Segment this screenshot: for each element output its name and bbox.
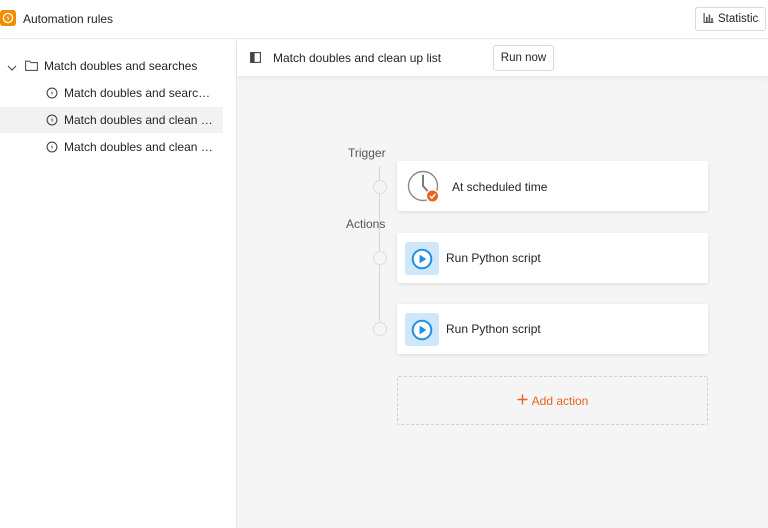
- sidebar-folder-label: Match doubles and searches: [44, 59, 198, 73]
- trigger-card[interactable]: At scheduled time: [397, 161, 708, 211]
- action-node: [373, 322, 387, 336]
- automation-rule-icon: [46, 141, 58, 156]
- plus-icon: [517, 394, 528, 408]
- trigger-label: At scheduled time: [452, 180, 548, 194]
- folder-icon: [25, 60, 38, 74]
- sidebar-item-rule-3[interactable]: Match doubles and clean up list: [0, 134, 223, 160]
- sidebar-item-rule-1[interactable]: Match doubles and searches: [0, 80, 223, 106]
- action-label: Run Python script: [446, 251, 541, 265]
- sidebar-item-label: Match doubles and searches: [64, 86, 214, 100]
- play-icon: [405, 313, 439, 346]
- action-label: Run Python script: [446, 322, 541, 336]
- sidebar-item-label: Match doubles and clean up list: [64, 113, 214, 127]
- action-card[interactable]: Run Python script: [397, 304, 708, 354]
- statistic-button[interactable]: Statistic: [695, 7, 766, 31]
- automation-app-icon: [0, 10, 16, 26]
- add-action-button[interactable]: Add action: [397, 376, 708, 425]
- rule-editor: Match doubles and clean up list Run now …: [237, 40, 768, 528]
- trigger-node: [373, 180, 387, 194]
- add-action-label: Add action: [531, 393, 589, 408]
- rule-title: Match doubles and clean up list: [273, 51, 442, 65]
- sidebar: Match doubles and searches Match doubles…: [0, 40, 237, 528]
- sidebar-toggle-icon[interactable]: [250, 52, 261, 66]
- sidebar-item-rule-2[interactable]: Match doubles and clean up list: [0, 107, 223, 133]
- automation-rule-icon: [46, 114, 58, 129]
- automation-rule-icon: [46, 87, 58, 102]
- page-title: Automation rules: [23, 12, 114, 26]
- chevron-down-icon[interactable]: [7, 61, 17, 75]
- sidebar-folder-row[interactable]: Match doubles and searches: [0, 56, 236, 76]
- play-icon: [405, 242, 439, 275]
- trigger-section-label: Trigger: [348, 146, 386, 160]
- clock-icon: [407, 170, 441, 204]
- action-card[interactable]: Run Python script: [397, 233, 708, 283]
- statistic-button-label: Statistic: [718, 13, 759, 25]
- action-node: [373, 251, 387, 265]
- rule-header: Match doubles and clean up list Run now: [237, 40, 768, 76]
- sidebar-item-label: Match doubles and clean up list: [64, 140, 214, 154]
- bar-chart-icon: [703, 12, 714, 26]
- run-now-button[interactable]: Run now: [493, 45, 554, 71]
- top-bar: Automation rules Statistic: [0, 0, 768, 39]
